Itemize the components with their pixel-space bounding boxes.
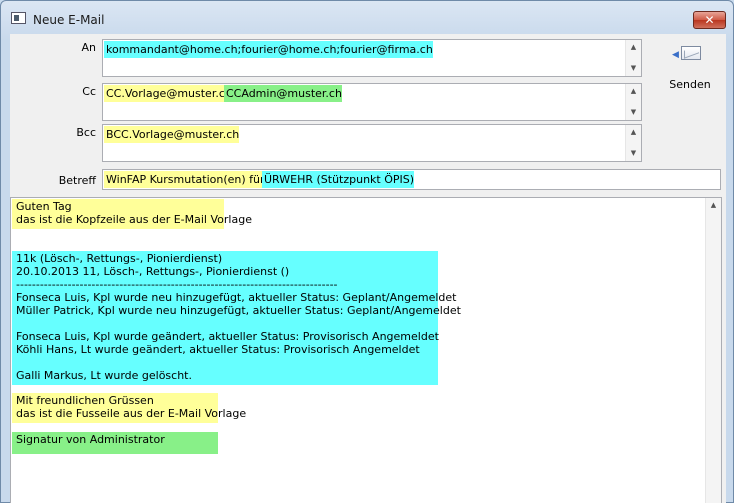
scroll-up-arrow-icon[interactable]: ▲: [626, 125, 641, 140]
scroll-up-arrow-icon[interactable]: ▲: [706, 198, 721, 213]
arrow-icon: ◀: [672, 50, 679, 60]
to-label: An: [81, 41, 97, 54]
send-label: Senden: [669, 78, 711, 91]
subject-template-part: WinFAP Kursmutation(en) für F: [104, 171, 275, 188]
cc-scrollbar[interactable]: ▲ ▼: [625, 84, 641, 120]
to-scrollbar[interactable]: ▲ ▼: [625, 40, 641, 76]
body-signature-block: Signatur von Administrator: [12, 432, 218, 454]
send-button[interactable]: ◀ Senden: [662, 42, 718, 92]
scroll-down-arrow-icon[interactable]: ▼: [626, 105, 641, 120]
subject-label: Betreff: [58, 174, 96, 187]
app-icon: [11, 12, 26, 24]
cc-field[interactable]: CC.Vorlage@muster.ch; CCAdmin@muster.ch …: [102, 83, 642, 121]
title-bar[interactable]: Neue E-Mail ✕: [1, 1, 733, 31]
subject-field[interactable]: WinFAP Kursmutation(en) für F ÜRWEHR (St…: [102, 169, 721, 190]
email-window: Neue E-Mail ✕ An kommandant@home.ch;four…: [0, 0, 734, 503]
bcc-label: Bcc: [76, 126, 96, 139]
body-footer-block: Mit freundlichen Grüssen das ist die Fus…: [12, 393, 246, 423]
cc-label: Cc: [82, 85, 96, 98]
bcc-scrollbar[interactable]: ▲ ▼: [625, 125, 641, 161]
message-body[interactable]: Guten Tag das ist die Kopfzeile aus der …: [10, 197, 722, 503]
cc-recipient-admin: CCAdmin@muster.ch: [224, 85, 342, 102]
close-button[interactable]: ✕: [693, 11, 726, 29]
compose-form: An kommandant@home.ch;fourier@home.ch;fo…: [10, 34, 726, 503]
body-content-block: 11k (Lösch-, Rettungs-, Pionierdienst) 2…: [12, 251, 461, 385]
body-scrollbar[interactable]: ▲: [705, 198, 721, 503]
scroll-up-arrow-icon[interactable]: ▲: [626, 40, 641, 55]
body-header-block: Guten Tag das ist die Kopfzeile aus der …: [12, 199, 252, 229]
scroll-up-arrow-icon[interactable]: ▲: [626, 84, 641, 99]
to-recipients: kommandant@home.ch;fourier@home.ch;fouri…: [104, 41, 433, 58]
bcc-recipient: BCC.Vorlage@muster.ch: [104, 126, 240, 143]
window-title: Neue E-Mail: [33, 13, 105, 27]
send-mail-icon: [681, 46, 701, 60]
subject-dynamic-part: ÜRWEHR (Stützpunkt ÖPIS): [262, 171, 415, 188]
to-field[interactable]: kommandant@home.ch;fourier@home.ch;fouri…: [102, 39, 642, 77]
cc-recipient-template: CC.Vorlage@muster.ch;: [104, 85, 236, 102]
scroll-down-arrow-icon[interactable]: ▼: [626, 61, 641, 76]
bcc-field[interactable]: BCC.Vorlage@muster.ch ▲ ▼: [102, 124, 642, 162]
scroll-down-arrow-icon[interactable]: ▼: [626, 146, 641, 161]
